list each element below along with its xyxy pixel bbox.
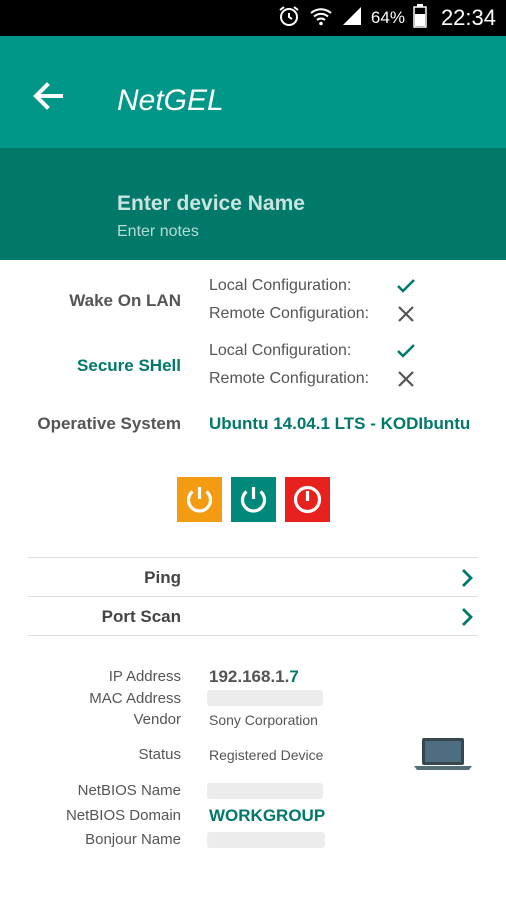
ip-suffix: 7 [289,667,299,686]
mac-address-label: MAC Address [89,690,181,707]
os-label: Operative System [37,414,181,433]
alarm-icon [277,4,301,33]
ip-address-label: IP Address [108,668,181,685]
check-icon [397,344,415,358]
power-icon [186,487,213,513]
device-header: Enter device Name Enter notes [0,148,506,260]
back-button[interactable] [28,76,68,116]
ping-row[interactable]: Ping [28,559,478,597]
wol-remote-config-label: Remote Configuration: [209,305,370,322]
port-scan-label: Port Scan [101,607,181,626]
power-orange-button[interactable] [177,477,222,522]
wol-local-config-label: Local Configuration: [209,277,352,294]
netbios-domain-value: WORKGROUP [209,806,326,825]
ip-prefix: 192.168.1. [209,667,290,686]
port-scan-row[interactable]: Port Scan [28,598,478,636]
divider [28,596,478,597]
divider [28,635,478,636]
netbios-name-redacted [207,783,323,799]
laptop-icon [414,738,472,770]
status-bar: 64% 22:34 [0,0,506,36]
battery-percent: 64% [370,8,405,27]
netbios-domain-label: NetBIOS Domain [65,807,181,824]
vendor-value: Sony Corporation [209,712,318,728]
close-icon [398,371,414,387]
ssh-local-config-label: Local Configuration: [209,342,352,359]
bonjour-name-label: Bonjour Name [85,831,181,848]
device-notes-field[interactable]: Enter notes [117,223,199,241]
ip-address-value: 192.168.1.7 [209,667,299,687]
close-icon [398,306,414,322]
ssh-label: Secure SHell [77,356,181,375]
chevron-right-icon [462,569,473,587]
battery-icon [413,3,427,33]
signal-icon [341,5,363,32]
clock: 22:34 [440,5,496,30]
vendor-label: Vendor [133,711,181,728]
power-teal-button[interactable] [231,477,276,522]
netbios-name-label: NetBIOS Name [77,782,181,799]
ssh-remote-config-label: Remote Configuration: [209,370,370,387]
bonjour-name-redacted [207,832,325,848]
check-icon [397,279,415,293]
status-label: Status [138,746,181,763]
mac-address-redacted [207,690,323,706]
power-icon [293,485,322,514]
status-value: Registered Device [209,747,324,763]
ping-label: Ping [144,568,181,587]
power-red-button[interactable] [285,477,330,522]
app-title: NetGEL [117,84,224,117]
app-bar: NetGEL [0,36,506,148]
arrow-left-icon [33,82,63,110]
divider [28,557,478,558]
device-name-field[interactable]: Enter device Name [117,192,305,216]
os-value: Ubuntu 14.04.1 LTS - KODIbuntu [209,414,471,433]
chevron-right-icon [462,608,473,626]
wake-on-lan-label: Wake On LAN [69,291,181,310]
wifi-icon [309,4,333,33]
power-icon [240,487,267,513]
